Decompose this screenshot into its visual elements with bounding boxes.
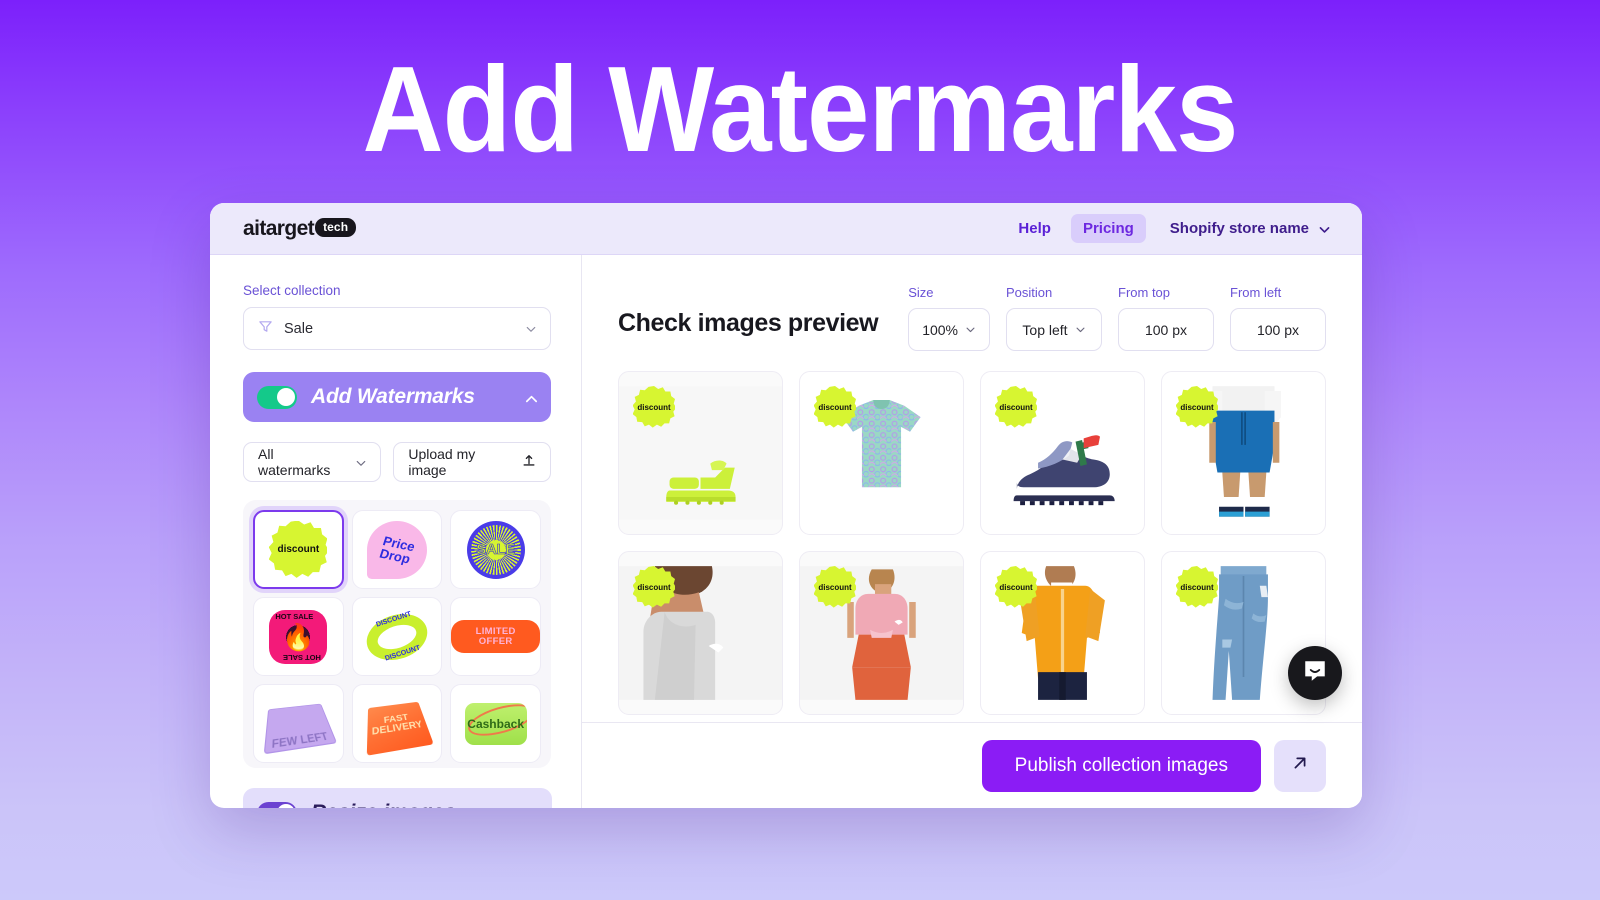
chevron-down-icon (965, 324, 976, 335)
position-select[interactable]: Top left (1006, 308, 1102, 351)
expand-button[interactable] (1274, 739, 1326, 792)
control-position-label: Position (1006, 285, 1053, 300)
product-card[interactable]: discount (980, 551, 1145, 715)
sticker-fast-delivery: FAST DELIVERY (366, 701, 434, 756)
product-card[interactable]: discount (980, 371, 1145, 535)
product-preview-grid: discount discount discount discount disc… (618, 371, 1326, 722)
product-card[interactable]: discount (799, 551, 964, 715)
position-value: Top left (1022, 321, 1068, 338)
logo-wordmark: aitarget (243, 216, 315, 240)
watermark-option-sale[interactable]: SALE (450, 510, 541, 589)
resize-images-toggle[interactable] (257, 801, 297, 808)
watermark-actions: All watermarks Upload my image (243, 442, 551, 482)
watermark-controls: Size 100% Position Top left From top 100… (908, 285, 1326, 351)
sticker-price-drop-label: Price Drop (377, 532, 417, 566)
product-card[interactable]: discount (799, 371, 964, 535)
from-top-value: 100 px (1144, 321, 1188, 338)
size-value: 100% (922, 321, 958, 338)
watermark-option-price-drop[interactable]: Price Drop (351, 510, 443, 589)
app-window: aitarget tech Help Pricing Shopify store … (210, 203, 1362, 808)
preview-header: Check images preview Size 100% Position (582, 255, 1362, 351)
brand-logo[interactable]: aitarget tech (243, 216, 357, 241)
watermark-option-cashback[interactable]: Cashback (450, 684, 541, 763)
page-title: Add Watermarks (362, 41, 1239, 177)
control-size: Size 100% (908, 285, 990, 351)
chevron-down-icon (1318, 223, 1330, 234)
upload-icon (522, 454, 536, 471)
control-from-left-label: From left (1230, 285, 1282, 300)
sticker-few-left: FEW LEFT (264, 703, 338, 754)
sticker-hot-sale-rim-2: HOT SALE (283, 652, 322, 662)
sticker-cashback-label: Cashback (467, 716, 524, 731)
product-card[interactable]: discount (618, 371, 783, 535)
sticker-hot-sale-label: HOT SALE (275, 611, 314, 621)
chat-widget-button[interactable] (1288, 646, 1342, 700)
nav-item-pricing[interactable]: Pricing (1070, 214, 1146, 243)
sticker-cashback: Cashback (464, 702, 527, 745)
watermark-option-discount[interactable]: discount (253, 510, 344, 589)
control-size-label: Size (908, 285, 934, 300)
chevron-up-icon[interactable] (524, 392, 538, 403)
upload-image-button[interactable]: Upload my image (393, 442, 551, 482)
sticker-discount-ring (360, 605, 434, 668)
collection-select[interactable]: Sale (243, 307, 551, 350)
upload-image-label: Upload my image (408, 446, 476, 478)
app-body: Select collection Sale Add Watermarks Al… (210, 255, 1362, 808)
sticker-sale-label: SALE (476, 541, 516, 559)
watermark-gallery: discount Price Drop SALE HOT SALE HOT SA… (243, 500, 551, 768)
product-card[interactable]: discount (618, 551, 783, 715)
sticker-sale: SALE (466, 520, 525, 579)
sticker-discount: discount (269, 520, 328, 578)
sticker-hot-sale: HOT SALE HOT SALE 🔥 (269, 609, 328, 664)
control-from-top: From top 100 px (1118, 285, 1214, 351)
nav-item-help[interactable]: Help (1006, 214, 1063, 243)
watermark-option-limited-offer[interactable]: LIMITED OFFER (450, 597, 541, 676)
control-position: Position Top left (1006, 285, 1102, 351)
watermark-option-hot-sale[interactable]: HOT SALE HOT SALE 🔥 (253, 597, 344, 676)
size-select[interactable]: 100% (908, 308, 990, 351)
store-menu-label: Shopify store name (1169, 220, 1309, 237)
resize-images-title: Resize images (311, 801, 456, 808)
arrow-up-right-icon (1289, 752, 1311, 779)
watermark-option-discount-ring[interactable] (351, 597, 443, 676)
chevron-down-icon (525, 323, 536, 334)
publish-collection-button[interactable]: Publish collection images (981, 739, 1261, 792)
add-watermarks-section-header[interactable]: Add Watermarks (243, 372, 551, 422)
chat-bubble-icon (1302, 658, 1328, 689)
control-from-left: From left 100 px (1230, 285, 1326, 351)
from-left-value: 100 px (1256, 321, 1300, 338)
sticker-price-drop: Price Drop (366, 520, 427, 579)
add-watermarks-title: Add Watermarks (311, 385, 475, 408)
sidebar: Select collection Sale Add Watermarks Al… (210, 255, 582, 808)
watermark-option-few-left[interactable]: FEW LEFT (253, 684, 344, 763)
top-navigation: Help Pricing Shopify store name (1006, 214, 1330, 243)
collection-label: Select collection (243, 283, 341, 298)
from-left-input[interactable]: 100 px (1230, 308, 1326, 351)
preview-title: Check images preview (618, 309, 879, 337)
sticker-limited-offer: LIMITED OFFER (451, 619, 540, 654)
main-panel: Check images preview Size 100% Position (582, 255, 1362, 808)
watermark-option-fast-delivery[interactable]: FAST DELIVERY (351, 684, 443, 763)
collection-value: Sale (284, 320, 314, 337)
flame-icon: 🔥 (282, 621, 315, 652)
all-watermarks-label: All watermarks (258, 446, 331, 478)
preview-grid-scroll[interactable]: discount discount discount discount disc… (582, 351, 1362, 722)
store-menu[interactable]: Shopify store name (1169, 220, 1330, 237)
app-topbar: aitarget tech Help Pricing Shopify store … (210, 203, 1362, 255)
add-watermarks-toggle[interactable] (257, 385, 297, 409)
product-card[interactable]: discount (1161, 371, 1326, 535)
all-watermarks-dropdown[interactable]: All watermarks (243, 442, 382, 482)
chevron-down-icon (1075, 324, 1086, 335)
resize-images-section-header[interactable]: Resize images (243, 788, 552, 808)
action-bar: Publish collection images (582, 722, 1362, 808)
filter-icon (258, 319, 273, 338)
logo-tech-badge: tech (315, 218, 357, 237)
chevron-down-icon (355, 457, 366, 468)
control-from-top-label: From top (1118, 285, 1171, 300)
from-top-input[interactable]: 100 px (1118, 308, 1214, 351)
